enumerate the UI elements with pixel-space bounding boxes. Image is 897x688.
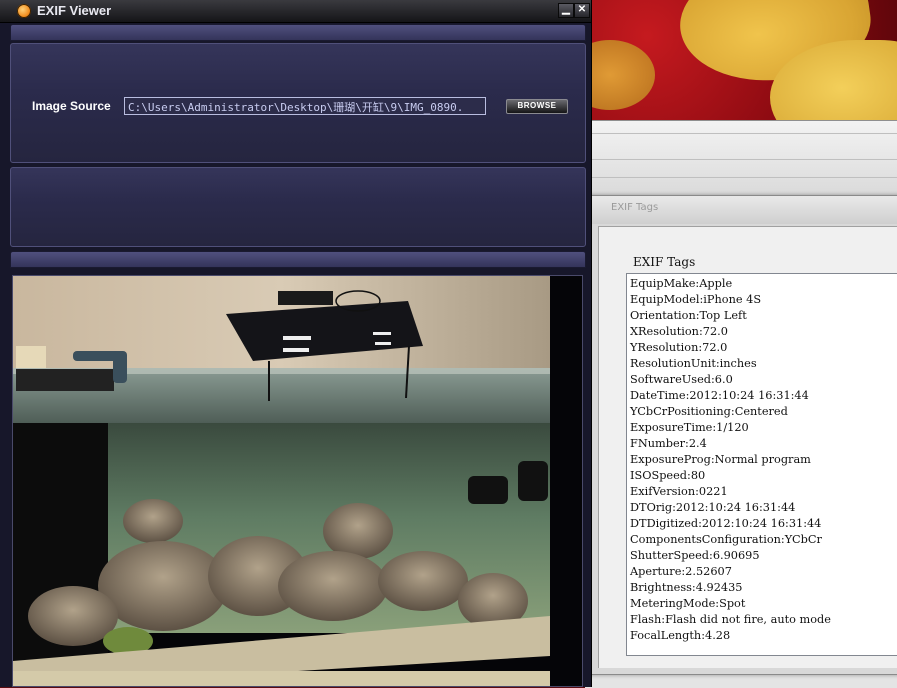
exif-tag-item[interactable]: EquipMake:Apple <box>630 276 897 292</box>
exif-tag-item[interactable]: FocalLength:4.28 <box>630 628 897 644</box>
exif-tag-item[interactable]: SoftwareUsed:6.0 <box>630 372 897 388</box>
close-button[interactable]: ✕ <box>574 3 590 18</box>
exif-tag-item[interactable]: Flash:Flash did not fire, auto mode <box>630 612 897 628</box>
exif-tags-listbox[interactable]: EquipMake:Apple EquipModel:iPhone 4S Orien… <box>626 273 897 656</box>
exif-tag-item[interactable]: DTOrig:2012:10:24 16:31:44 <box>630 500 897 516</box>
browse-button[interactable]: BROWSE <box>506 99 568 114</box>
exif-tag-item[interactable]: YResolution:72.0 <box>630 340 897 356</box>
exif-tag-item[interactable]: ComponentsConfiguration:YCbCr <box>630 532 897 548</box>
image-header-strip <box>10 251 586 268</box>
exif-tags-window: EXIF Tags EXIF Tags EquipMake:Apple Equip… <box>590 195 897 675</box>
exif-tag-item[interactable]: Brightness:4.92435 <box>630 580 897 596</box>
exif-viewer-window: EXIF Viewer ▁ ✕ Image Source C:\Users\Ad… <box>0 0 592 687</box>
exif-tag-item[interactable]: ResolutionUnit:inches <box>630 356 897 372</box>
exif-tag-item[interactable]: MeteringMode:Spot <box>630 596 897 612</box>
exif-tag-item[interactable]: ExifVersion:0221 <box>630 484 897 500</box>
aquarium-photo <box>13 276 582 686</box>
image-preview <box>12 275 583 687</box>
exif-tags-items: EquipMake:Apple EquipModel:iPhone 4S Orien… <box>627 274 897 644</box>
exif-tag-item[interactable]: DTDigitized:2012:10:24 16:31:44 <box>630 516 897 532</box>
desktop-wallpaper <box>585 0 897 120</box>
exif-tags-client-area: EXIF Tags EquipMake:Apple EquipModel:iPho… <box>598 226 897 668</box>
exif-viewer-titlebar[interactable]: EXIF Viewer ▁ ✕ <box>0 0 591 23</box>
exif-tag-item[interactable]: EquipModel:iPhone 4S <box>630 292 897 308</box>
exif-tags-window-title: EXIF Tags <box>611 202 659 213</box>
exif-tags-titlebar[interactable]: EXIF Tags <box>591 196 897 224</box>
exif-tag-item[interactable]: ExposureProg:Normal program <box>630 452 897 468</box>
app-icon <box>17 4 31 18</box>
exif-tag-item[interactable]: YCbCrPositioning:Centered <box>630 404 897 420</box>
minimize-button[interactable]: ▁ <box>558 3 574 18</box>
exif-tag-item[interactable]: FNumber:2.4 <box>630 436 897 452</box>
info-panel <box>10 167 586 247</box>
exif-tag-item[interactable]: ShutterSpeed:6.90695 <box>630 548 897 564</box>
exif-tag-item[interactable]: ISOSpeed:80 <box>630 468 897 484</box>
background-window-strip: 9 <box>585 120 897 196</box>
exif-tag-item[interactable]: Aperture:2.52607 <box>630 564 897 580</box>
exif-tag-item[interactable]: XResolution:72.0 <box>630 324 897 340</box>
header-strip <box>10 24 586 41</box>
window-title: EXIF Viewer <box>37 3 112 18</box>
exif-tags-label: EXIF Tags <box>633 255 696 269</box>
exif-tag-item[interactable]: ExposureTime:1/120 <box>630 420 897 436</box>
image-source-input[interactable]: C:\Users\Administrator\Desktop\珊瑚\开缸\9\I… <box>124 97 486 115</box>
exif-tag-item[interactable]: DateTime:2012:10:24 16:31:44 <box>630 388 897 404</box>
image-source-label: Image Source <box>32 99 111 113</box>
exif-tag-item[interactable]: Orientation:Top Left <box>630 308 897 324</box>
